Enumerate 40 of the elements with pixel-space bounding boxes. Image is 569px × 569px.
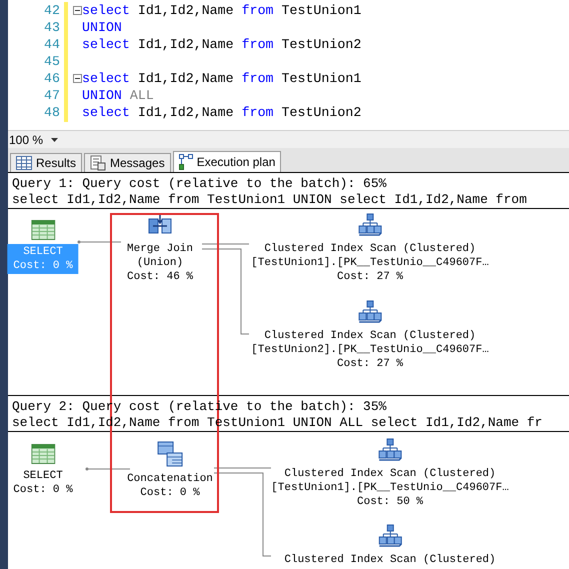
- plan-node-label[interactable]: Clustered Index Scan (Clustered) [TestUnion2].[PK__TestUnio__C49607F… Cost: 27 %: [245, 328, 495, 372]
- line-number: 42: [44, 2, 60, 19]
- caret-icon: [51, 138, 58, 142]
- result-tab[interactable]: Messages: [84, 153, 171, 172]
- index-tree-icon: [358, 213, 382, 237]
- query-cost-header: Query 1: Query cost (relative to the batch): 65%: [12, 176, 388, 192]
- line-number: 46: [44, 70, 60, 87]
- collapse-icon[interactable]: [72, 6, 82, 15]
- line-number: 48: [44, 104, 60, 121]
- plan-node-label[interactable]: Merge Join (Union) Cost: 46 %: [121, 241, 199, 285]
- query-sql-text: select Id1,Id2,Name from TestUnion1 UNION select Id1,Id2,Name from: [12, 192, 528, 208]
- index-tree-icon: [378, 524, 402, 548]
- line-number: 45: [44, 53, 60, 70]
- code-line: select Id1,Id2,Name from TestUnion2: [82, 104, 362, 121]
- plan-node-label[interactable]: SELECT Cost: 0 %: [7, 468, 79, 498]
- code-line: UNION: [82, 19, 122, 36]
- code-line: select Id1,Id2,Name from TestUnion2: [82, 36, 362, 53]
- plan-node-label[interactable]: Clustered Index Scan (Clustered) [TestUnion1].[PK__TestUnio__C49607F… Cost: 50 %: [265, 466, 515, 510]
- plan-node-label[interactable]: Concatenation Cost: 0 %: [121, 471, 219, 501]
- code-line: UNION ALL: [82, 87, 154, 104]
- table-icon: [31, 220, 55, 240]
- line-number: 44: [44, 36, 60, 53]
- plan-node-label[interactable]: Clustered Index Scan (Clustered) [TestUnion1].[PK__TestUnio__C49607F… Cost: 27 %: [245, 241, 495, 285]
- index-tree-icon: [378, 438, 402, 462]
- stacked-tables-icon: [157, 441, 183, 467]
- plan-node-label[interactable]: Clustered Index Scan (Clustered): [278, 552, 502, 568]
- line-number: 47: [44, 87, 60, 104]
- grid-icon: [16, 156, 32, 170]
- zoom-dropdown[interactable]: 100 %: [8, 130, 60, 148]
- connector-line: [78, 240, 122, 244]
- collapse-icon[interactable]: [72, 74, 82, 83]
- connector-line: [86, 468, 130, 470]
- index-tree-icon: [358, 300, 382, 324]
- code-line: select Id1,Id2,Name from TestUnion1: [82, 2, 362, 19]
- result-tab[interactable]: Execution plan: [172, 151, 282, 172]
- code-line: select Id1,Id2,Name from TestUnion1: [82, 70, 362, 87]
- plan-tree-icon: [178, 154, 193, 170]
- table-icon: [31, 444, 55, 464]
- result-tab[interactable]: Results: [10, 153, 82, 172]
- line-number: 43: [44, 19, 60, 36]
